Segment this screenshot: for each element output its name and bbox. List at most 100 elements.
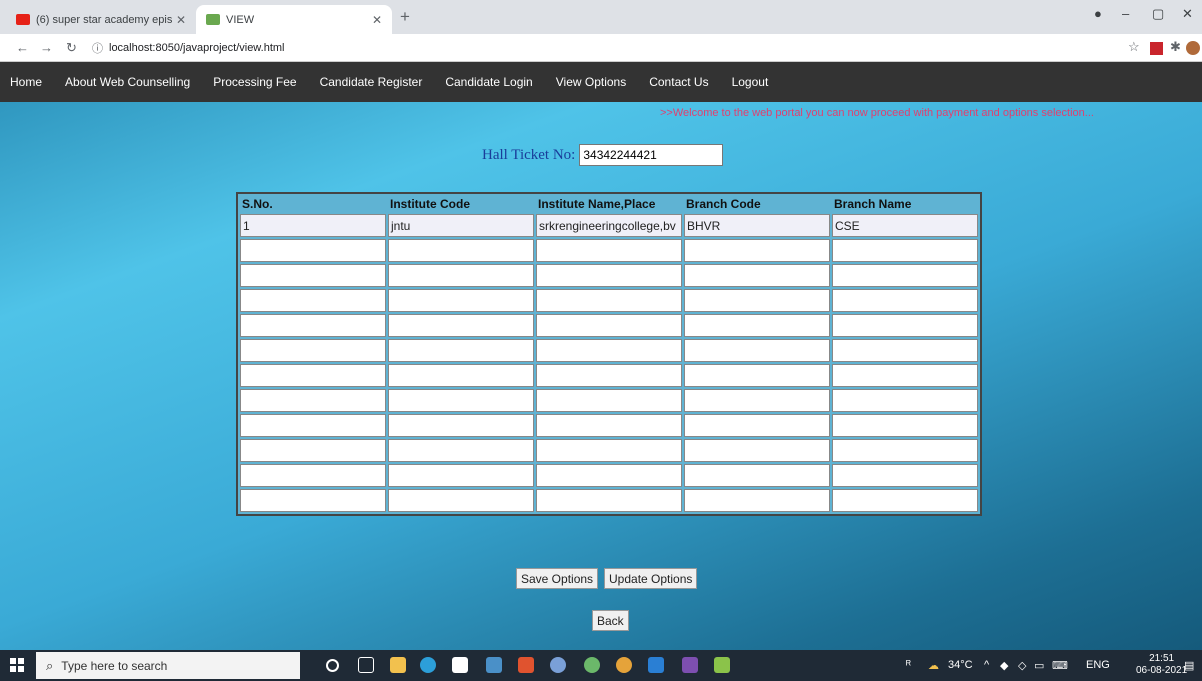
notepad-icon[interactable] [714,657,730,673]
cell-branch-code[interactable] [684,339,830,362]
cell-branch-name[interactable] [832,289,978,312]
cell-institute-name[interactable] [536,314,682,337]
cell-branch-name[interactable] [832,439,978,462]
weather-icon[interactable]: ☁ [928,659,939,672]
cell-branch-name[interactable] [832,464,978,487]
nav-home[interactable]: Home [10,75,42,89]
nav-contact-us[interactable]: Contact Us [649,75,708,89]
taskbar-search[interactable]: ⌕ Type here to search [36,652,300,679]
cell-branch-name[interactable]: CSE [832,214,978,237]
save-options-button[interactable]: Save Options [516,568,599,589]
close-tab-icon[interactable]: ✕ [176,13,186,27]
office-icon[interactable] [518,657,534,673]
cell-institute-name[interactable]: srkrengineeringcollege,bv [536,214,682,237]
cell-sno[interactable] [240,364,386,387]
cell-branch-name[interactable] [832,339,978,362]
cortana-icon[interactable] [326,659,339,672]
url-field[interactable]: ⓘ localhost:8050/javaproject/view.html [92,38,1112,58]
puzzle-extension-icon[interactable]: ✱ [1170,39,1181,55]
cell-institute-code[interactable] [388,414,534,437]
cell-branch-code[interactable] [684,264,830,287]
cell-branch-code[interactable] [684,489,830,512]
back-button[interactable]: Back [592,610,629,631]
cell-sno[interactable]: 1 [240,214,386,237]
notifications-icon[interactable]: ▤ [1184,659,1194,672]
cell-institute-name[interactable] [536,389,682,412]
profile-dot-icon[interactable]: ● [1094,6,1102,21]
maximize-icon[interactable]: ▢ [1152,6,1164,22]
network-icon[interactable]: ◆ [1000,659,1008,672]
cell-institute-code[interactable] [388,364,534,387]
minimize-icon[interactable]: – [1122,6,1129,21]
nav-view-options[interactable]: View Options [556,75,626,89]
cell-branch-code[interactable] [684,289,830,312]
cell-branch-name[interactable] [832,364,978,387]
avatar[interactable] [1186,41,1200,55]
volume-icon[interactable]: ◇ [1018,659,1026,672]
cell-sno[interactable] [240,314,386,337]
cell-institute-code[interactable] [388,239,534,262]
cell-branch-name[interactable] [832,239,978,262]
nav-about[interactable]: About Web Counselling [65,75,190,89]
battery-icon[interactable]: ▭ [1034,659,1044,672]
cell-branch-code[interactable] [684,314,830,337]
weather-temp[interactable]: 34°C [948,659,973,671]
cell-institute-name[interactable] [536,439,682,462]
new-tab-icon[interactable]: + [400,7,410,27]
cell-institute-code[interactable] [388,439,534,462]
reload-icon[interactable]: ↻ [66,40,77,56]
cell-institute-name[interactable] [536,464,682,487]
cell-institute-name[interactable] [536,364,682,387]
update-options-button[interactable]: Update Options [604,568,698,589]
people-icon[interactable]: ᴿ [906,659,911,671]
task-view-icon[interactable] [358,657,374,673]
pdf-extension-icon[interactable] [1150,42,1163,55]
cell-branch-name[interactable] [832,264,978,287]
cell-institute-code[interactable]: jntu [388,214,534,237]
keyboard-icon[interactable]: ⌨ [1052,659,1068,672]
star-icon[interactable]: ☆ [1128,39,1140,55]
cell-branch-code[interactable] [684,389,830,412]
cell-sno[interactable] [240,464,386,487]
cell-sno[interactable] [240,389,386,412]
chrome-icon[interactable] [616,657,632,673]
nav-processing-fee[interactable]: Processing Fee [213,75,296,89]
cell-institute-name[interactable] [536,264,682,287]
cell-sno[interactable] [240,489,386,512]
app-icon[interactable] [550,657,566,673]
cell-sno[interactable] [240,414,386,437]
tab-view[interactable]: VIEW ✕ [196,5,392,34]
cell-institute-name[interactable] [536,414,682,437]
cell-branch-name[interactable] [832,489,978,512]
vscode-icon[interactable] [648,657,664,673]
file-explorer-icon[interactable] [390,657,406,673]
cell-sno[interactable] [240,339,386,362]
cell-institute-name[interactable] [536,289,682,312]
eclipse-icon[interactable] [682,657,698,673]
cell-institute-code[interactable] [388,314,534,337]
cell-branch-name[interactable] [832,314,978,337]
back-arrow-icon[interactable]: ← [16,40,29,55]
hall-ticket-input[interactable] [579,144,724,166]
cell-institute-code[interactable] [388,339,534,362]
cell-institute-code[interactable] [388,464,534,487]
nav-candidate-register[interactable]: Candidate Register [320,75,423,89]
language-indicator[interactable]: ENG [1086,659,1110,671]
edge-icon[interactable] [420,657,436,673]
cell-branch-code[interactable] [684,439,830,462]
cell-sno[interactable] [240,264,386,287]
cell-institute-code[interactable] [388,289,534,312]
cell-institute-code[interactable] [388,489,534,512]
chevron-up-icon[interactable]: ^ [984,659,989,671]
cell-institute-code[interactable] [388,389,534,412]
forward-arrow-icon[interactable]: → [40,40,53,55]
info-icon[interactable]: ⓘ [92,40,103,56]
nav-candidate-login[interactable]: Candidate Login [445,75,532,89]
cell-branch-code[interactable]: BHVR [684,214,830,237]
cell-institute-code[interactable] [388,264,534,287]
cell-sno[interactable] [240,289,386,312]
close-tab-icon[interactable]: ✕ [372,13,382,27]
cell-sno[interactable] [240,439,386,462]
cell-institute-name[interactable] [536,489,682,512]
tab-youtube[interactable]: (6) super star academy episode 2 ✕ [6,5,196,34]
